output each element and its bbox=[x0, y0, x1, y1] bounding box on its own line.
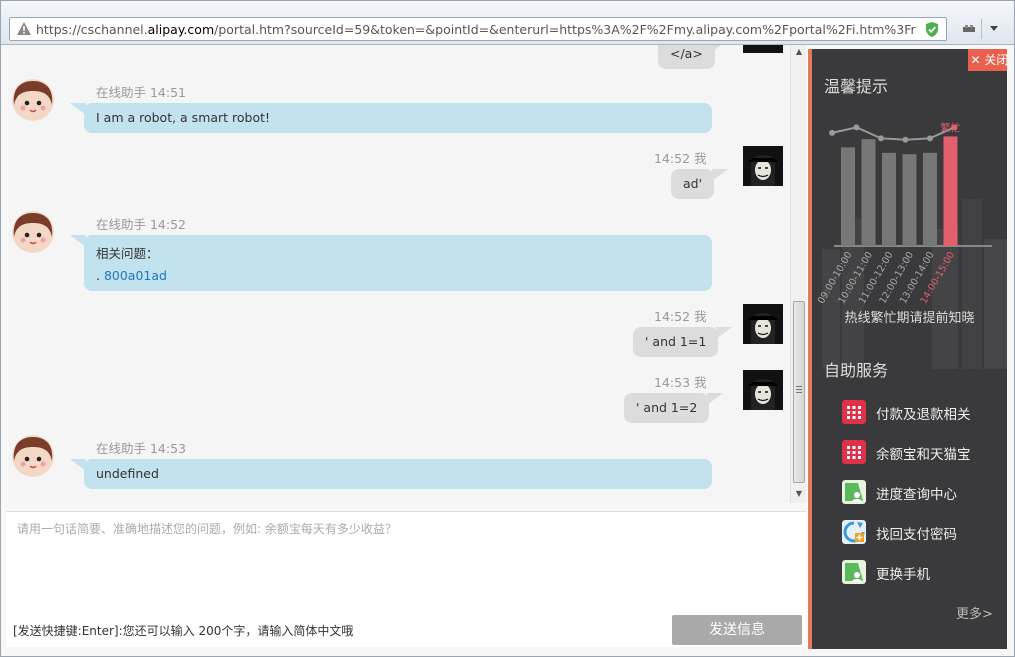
chart-bar bbox=[943, 136, 958, 246]
related-question-link[interactable]: 800a01ad bbox=[104, 268, 167, 283]
grid-icon bbox=[842, 400, 866, 424]
chart-point bbox=[878, 135, 884, 142]
chart-bar bbox=[841, 147, 855, 246]
bot-message: 相关问题： . 800a01ad bbox=[70, 235, 712, 291]
bot-avatar bbox=[12, 435, 54, 477]
scroll-thumb[interactable] bbox=[793, 301, 805, 483]
tools-icon[interactable] bbox=[961, 21, 977, 37]
chart-point bbox=[853, 124, 860, 131]
bot-avatar bbox=[12, 79, 54, 121]
service-label: 更换手机 bbox=[876, 567, 930, 583]
scroll-up-arrow-icon[interactable]: ▲ bbox=[794, 47, 804, 57]
user-message-partial: </a> bbox=[658, 45, 729, 69]
tips-title: 温馨提示 bbox=[824, 77, 889, 96]
send-button[interactable]: 发送信息 bbox=[672, 615, 802, 645]
address-bar: https://cschannel.alipay.com/portal.htm?… bbox=[1, 1, 1014, 45]
service-label: 余额宝和天猫宝 bbox=[876, 447, 971, 463]
chat-scrollbar[interactable]: ▲ ▼ bbox=[790, 45, 806, 503]
chat-history: </a> 在线助手 14:51 I am a robot, a smart ro… bbox=[6, 45, 806, 503]
more-link[interactable]: 更多> bbox=[956, 603, 993, 622]
service-label: 进度查询中心 bbox=[876, 487, 957, 503]
user-avatar bbox=[743, 146, 783, 186]
message-meta: 14:52 我 bbox=[654, 309, 707, 324]
service-label: 找回支付密码 bbox=[876, 527, 957, 543]
message-meta: 14:53 我 bbox=[654, 375, 707, 390]
scroll-down-arrow-icon[interactable]: ▼ bbox=[794, 489, 804, 499]
grid-icon bbox=[842, 440, 866, 464]
service-item-yuebao[interactable]: 余额宝和天猫宝 bbox=[842, 439, 1002, 465]
busy-note: 热线繁忙期请提前知晓 bbox=[844, 311, 975, 326]
message-meta: 14:52 我 bbox=[654, 151, 707, 166]
chart-bar bbox=[923, 152, 937, 246]
chart-bar bbox=[882, 152, 896, 246]
service-item-progress[interactable]: 进度查询中心 bbox=[842, 479, 1002, 505]
user-message: ' and 1=2 bbox=[624, 393, 724, 423]
warning-icon bbox=[17, 22, 31, 35]
chevron-down-icon[interactable] bbox=[987, 21, 1001, 35]
service-label: 付款及退款相关 bbox=[876, 407, 971, 423]
user-message: ad' bbox=[671, 169, 729, 199]
url-input[interactable]: https://cschannel.alipay.com/portal.htm?… bbox=[9, 17, 947, 41]
toolbar-separator bbox=[981, 19, 982, 39]
user-message: ' and 1=1 bbox=[633, 327, 733, 357]
bot-message: undefined bbox=[70, 459, 712, 489]
busy-hours-chart: 09:00-10:0010:00-11:0011:00-12:0012:00-1… bbox=[816, 121, 992, 306]
message-input-placeholder[interactable]: 请用一句话简要、准确地描述您的问题，例如: 余额宝每天有多少收益？ bbox=[17, 520, 397, 537]
services-title: 自助服务 bbox=[824, 361, 889, 380]
chart-bar bbox=[861, 139, 876, 246]
user-avatar bbox=[743, 45, 783, 53]
shield-check-icon[interactable] bbox=[924, 21, 940, 38]
side-panel: ✕ 关闭 温馨提示 09:00-10:00 10:00-11:00 11:00-12… bbox=[808, 49, 1007, 649]
refresh-key-icon bbox=[842, 520, 866, 544]
user-doc-icon bbox=[842, 560, 866, 584]
chart-trend-line bbox=[831, 126, 955, 141]
message-meta: 在线助手 14:52 bbox=[96, 217, 186, 232]
chart-point bbox=[927, 135, 933, 142]
bot-avatar bbox=[12, 211, 54, 253]
service-item-phone[interactable]: 更换手机 bbox=[842, 559, 1002, 585]
browser-window: https://cschannel.alipay.com/portal.htm?… bbox=[0, 0, 1015, 657]
chart-point bbox=[829, 129, 835, 136]
chart-bar bbox=[902, 154, 917, 246]
message-input-area[interactable]: 请用一句话简要、准确地描述您的问题，例如: 余额宝每天有多少收益？ [发送快捷键… bbox=[6, 511, 806, 647]
grip-icon bbox=[796, 386, 802, 393]
service-item-refund[interactable]: 付款及退款相关 bbox=[842, 399, 1002, 425]
bot-message: I am a robot, a smart robot! bbox=[70, 103, 712, 133]
related-questions-label: 相关问题： bbox=[96, 246, 159, 261]
service-item-password[interactable]: 找回支付密码 bbox=[842, 519, 1002, 545]
close-button[interactable]: ✕ 关闭 bbox=[968, 49, 1007, 71]
message-meta: 在线助手 14:53 bbox=[96, 441, 186, 456]
url-text: https://cschannel.alipay.com/portal.htm?… bbox=[36, 22, 916, 37]
busy-label: 繁忙 bbox=[941, 121, 961, 134]
user-doc-icon bbox=[842, 480, 866, 504]
input-hint: [发送快捷键:Enter]:您还可以输入 200个字，请输入简体中文哦 bbox=[13, 624, 354, 638]
user-avatar bbox=[743, 370, 783, 410]
chart-point bbox=[902, 136, 909, 143]
message-meta: 在线助手 14:51 bbox=[96, 85, 186, 100]
user-avatar bbox=[743, 304, 783, 344]
